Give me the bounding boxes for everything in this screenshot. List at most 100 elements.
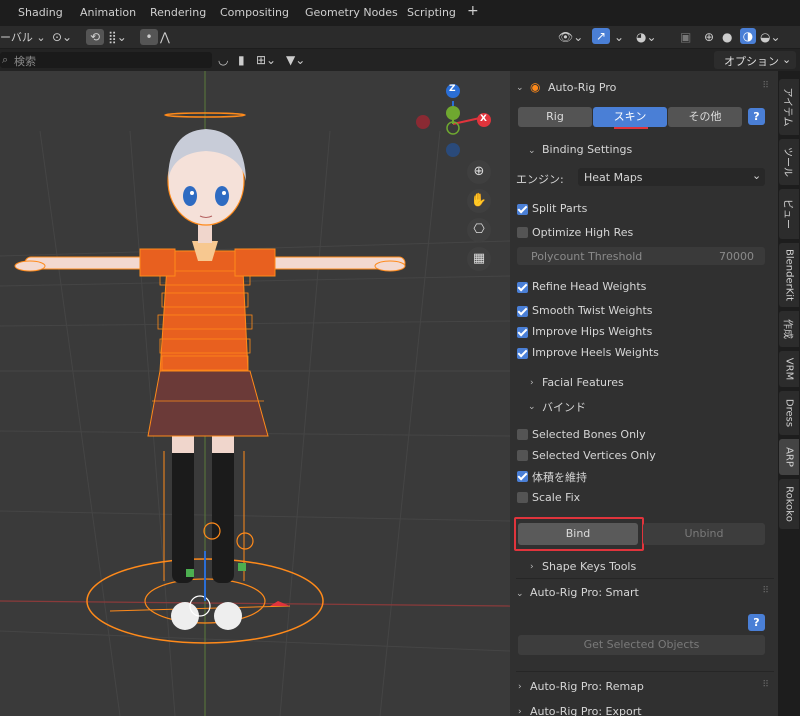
material-shading-icon[interactable]: ◑ — [740, 28, 756, 44]
facial-features-header[interactable]: Facial Features — [542, 376, 624, 389]
sidebar-tab-label: アイテム — [781, 87, 793, 127]
solid-shading-icon[interactable]: ● — [722, 29, 732, 45]
improve-heels-weights-checkbox[interactable] — [517, 348, 528, 359]
chevron-down-icon[interactable]: ⌄ — [516, 589, 524, 599]
tab-rendering[interactable]: Rendering — [150, 6, 206, 19]
chevron-down-icon[interactable]: ⌄ — [528, 146, 536, 156]
sidebar-tab-view[interactable]: ビュー — [779, 189, 799, 239]
search-input[interactable]: ⌕ 検索 — [0, 52, 212, 68]
sidebar-tab-dress[interactable]: Dress — [779, 391, 799, 435]
sidebar-tab-blenderkit[interactable]: BlenderKit — [779, 243, 799, 307]
tab-skin[interactable]: スキン — [593, 107, 667, 127]
preserve-volume-label: 体積を維持 — [532, 471, 587, 484]
tab-shading[interactable]: Shading — [18, 6, 63, 19]
smart-panel-title[interactable]: Auto-Rig Pro: Smart — [530, 586, 639, 599]
optimize-high-res-checkbox[interactable] — [517, 227, 528, 238]
sidebar-tab-create[interactable]: 作成 — [779, 311, 799, 347]
get-selected-objects-button[interactable]: Get Selected Objects — [518, 635, 765, 655]
rendered-shading-icon[interactable]: ◒⌄ — [760, 29, 781, 45]
selected-vertices-only-checkbox[interactable] — [517, 450, 528, 461]
remap-panel-title[interactable]: Auto-Rig Pro: Remap — [530, 680, 644, 693]
chevron-right-icon[interactable]: › — [518, 707, 522, 716]
visibility-eye-icon[interactable]: 👁⌄ — [558, 29, 583, 45]
3d-viewport[interactable]: Z X ⊕ ✋ ⎔ ▦ — [0, 71, 510, 716]
search-placeholder: 検索 — [14, 55, 36, 68]
improve-hips-weights-checkbox[interactable] — [517, 327, 528, 338]
preserve-volume-checkbox[interactable] — [517, 471, 528, 482]
zoom-icon[interactable]: ⊕ — [467, 160, 491, 184]
sidebar-tab-vrm[interactable]: VRM — [779, 351, 799, 387]
sidebar-tab-rokoko[interactable]: Rokoko — [779, 479, 799, 529]
sidebar-tab-arp[interactable]: ARP — [779, 439, 799, 475]
tab-rig[interactable]: Rig — [518, 107, 592, 127]
tab-animation[interactable]: Animation — [80, 6, 136, 19]
export-panel-title[interactable]: Auto-Rig Pro: Export — [530, 705, 642, 716]
gizmo-x-axis[interactable]: X — [480, 114, 487, 124]
falloff-icon[interactable]: ⋀ — [160, 29, 170, 45]
layout-icon[interactable]: ⊞⌄ — [256, 52, 276, 68]
refine-head-weights-label: Refine Head Weights — [532, 280, 647, 293]
selected-bones-only-label: Selected Bones Only — [532, 428, 646, 441]
overlay-icon[interactable]: ◕⌄ — [636, 29, 657, 45]
sidebar-tab-item[interactable]: アイテム — [779, 79, 799, 135]
tab-other[interactable]: その他 — [668, 107, 742, 127]
split-parts-checkbox[interactable] — [517, 204, 528, 215]
bookmark-icon[interactable]: ▮ — [238, 52, 245, 68]
divider — [516, 671, 774, 672]
bind-section-header[interactable]: バインド — [542, 399, 586, 415]
polycount-threshold-field[interactable]: Polycount Threshold 70000 — [517, 247, 765, 265]
drag-handle-icon[interactable]: ⠿ — [762, 81, 770, 91]
help-icon[interactable]: ? — [748, 108, 765, 125]
drag-handle-icon[interactable]: ⠿ — [762, 680, 770, 690]
help-icon[interactable]: ? — [748, 614, 765, 631]
viewport-header: ⌕ 検索 ◡ ▮ ⊞⌄ ▼⌄ オプション ⌄ — [0, 49, 800, 71]
tab-scripting[interactable]: Scripting — [407, 6, 456, 19]
sidebar-tab-label: BlenderKit — [783, 249, 795, 301]
pan-hand-icon[interactable]: ✋ — [467, 189, 491, 213]
sidebar-tab-label: VRM — [783, 357, 795, 381]
polycount-value: 70000 — [719, 250, 754, 263]
gizmo-z-axis[interactable]: Z — [449, 84, 456, 94]
filter-icon[interactable]: ▼⌄ — [286, 52, 305, 68]
snap-icon[interactable]: ⟲ — [86, 29, 104, 45]
refine-head-weights-checkbox[interactable] — [517, 282, 528, 293]
sidebar-tab-label: 作成 — [781, 319, 793, 339]
chevron-right-icon[interactable]: › — [530, 378, 534, 388]
filter-toggle-icon[interactable]: ◡ — [218, 52, 228, 68]
selected-bones-only-checkbox[interactable] — [517, 429, 528, 440]
scale-fix-label: Scale Fix — [532, 491, 581, 504]
binding-settings-header[interactable]: Binding Settings — [542, 143, 632, 156]
scale-fix-checkbox[interactable] — [517, 492, 528, 503]
shape-keys-tools-header[interactable]: Shape Keys Tools — [542, 560, 636, 573]
polycount-label: Polycount Threshold — [531, 250, 643, 263]
smooth-twist-weights-checkbox[interactable] — [517, 306, 528, 317]
chevron-down-icon: ⌄ — [752, 169, 762, 182]
split-parts-label: Split Parts — [532, 202, 588, 215]
tab-geometry-nodes[interactable]: Geometry Nodes — [305, 6, 398, 19]
chevron-right-icon[interactable]: › — [518, 682, 522, 692]
xray-icon[interactable]: ▣ — [680, 29, 691, 45]
snap-grid-icon[interactable]: ⣿⌄ — [108, 29, 127, 45]
chevron-down-icon: ⌄ — [782, 53, 792, 66]
perspective-grid-icon[interactable]: ▦ — [467, 247, 491, 271]
sidebar-tab-tool[interactable]: ツール — [779, 139, 799, 185]
plus-icon[interactable]: + — [467, 3, 479, 19]
camera-icon[interactable]: ⎔ — [467, 218, 491, 242]
wireframe-shading-icon[interactable]: ⊕ — [704, 29, 714, 45]
pivot-icon[interactable]: ⊙⌄ — [52, 29, 72, 45]
chevron-down-icon[interactable]: ⌄ — [528, 402, 536, 412]
engine-label: エンジン: — [516, 173, 564, 186]
options-dropdown[interactable]: オプション ⌄ — [714, 51, 796, 69]
sidebar-tab-label: Rokoko — [783, 486, 795, 522]
engine-dropdown[interactable]: Heat Maps ⌄ — [578, 168, 765, 186]
gizmo-toggle-icon[interactable]: ↗ — [592, 28, 610, 44]
proportional-edit-icon[interactable]: • — [140, 29, 158, 45]
unbind-button[interactable]: Unbind — [643, 523, 765, 545]
gizmo-dropdown-icon[interactable]: ⌄ — [614, 29, 624, 45]
drag-handle-icon[interactable]: ⠿ — [762, 586, 770, 596]
chevron-right-icon[interactable]: › — [530, 562, 534, 572]
chevron-down-icon[interactable]: ⌄ — [516, 83, 524, 93]
orientation-label: ーバル — [0, 31, 33, 44]
transform-orientation-dropdown[interactable]: ーバル ⌄ — [0, 30, 46, 46]
tab-compositing[interactable]: Compositing — [220, 6, 289, 19]
